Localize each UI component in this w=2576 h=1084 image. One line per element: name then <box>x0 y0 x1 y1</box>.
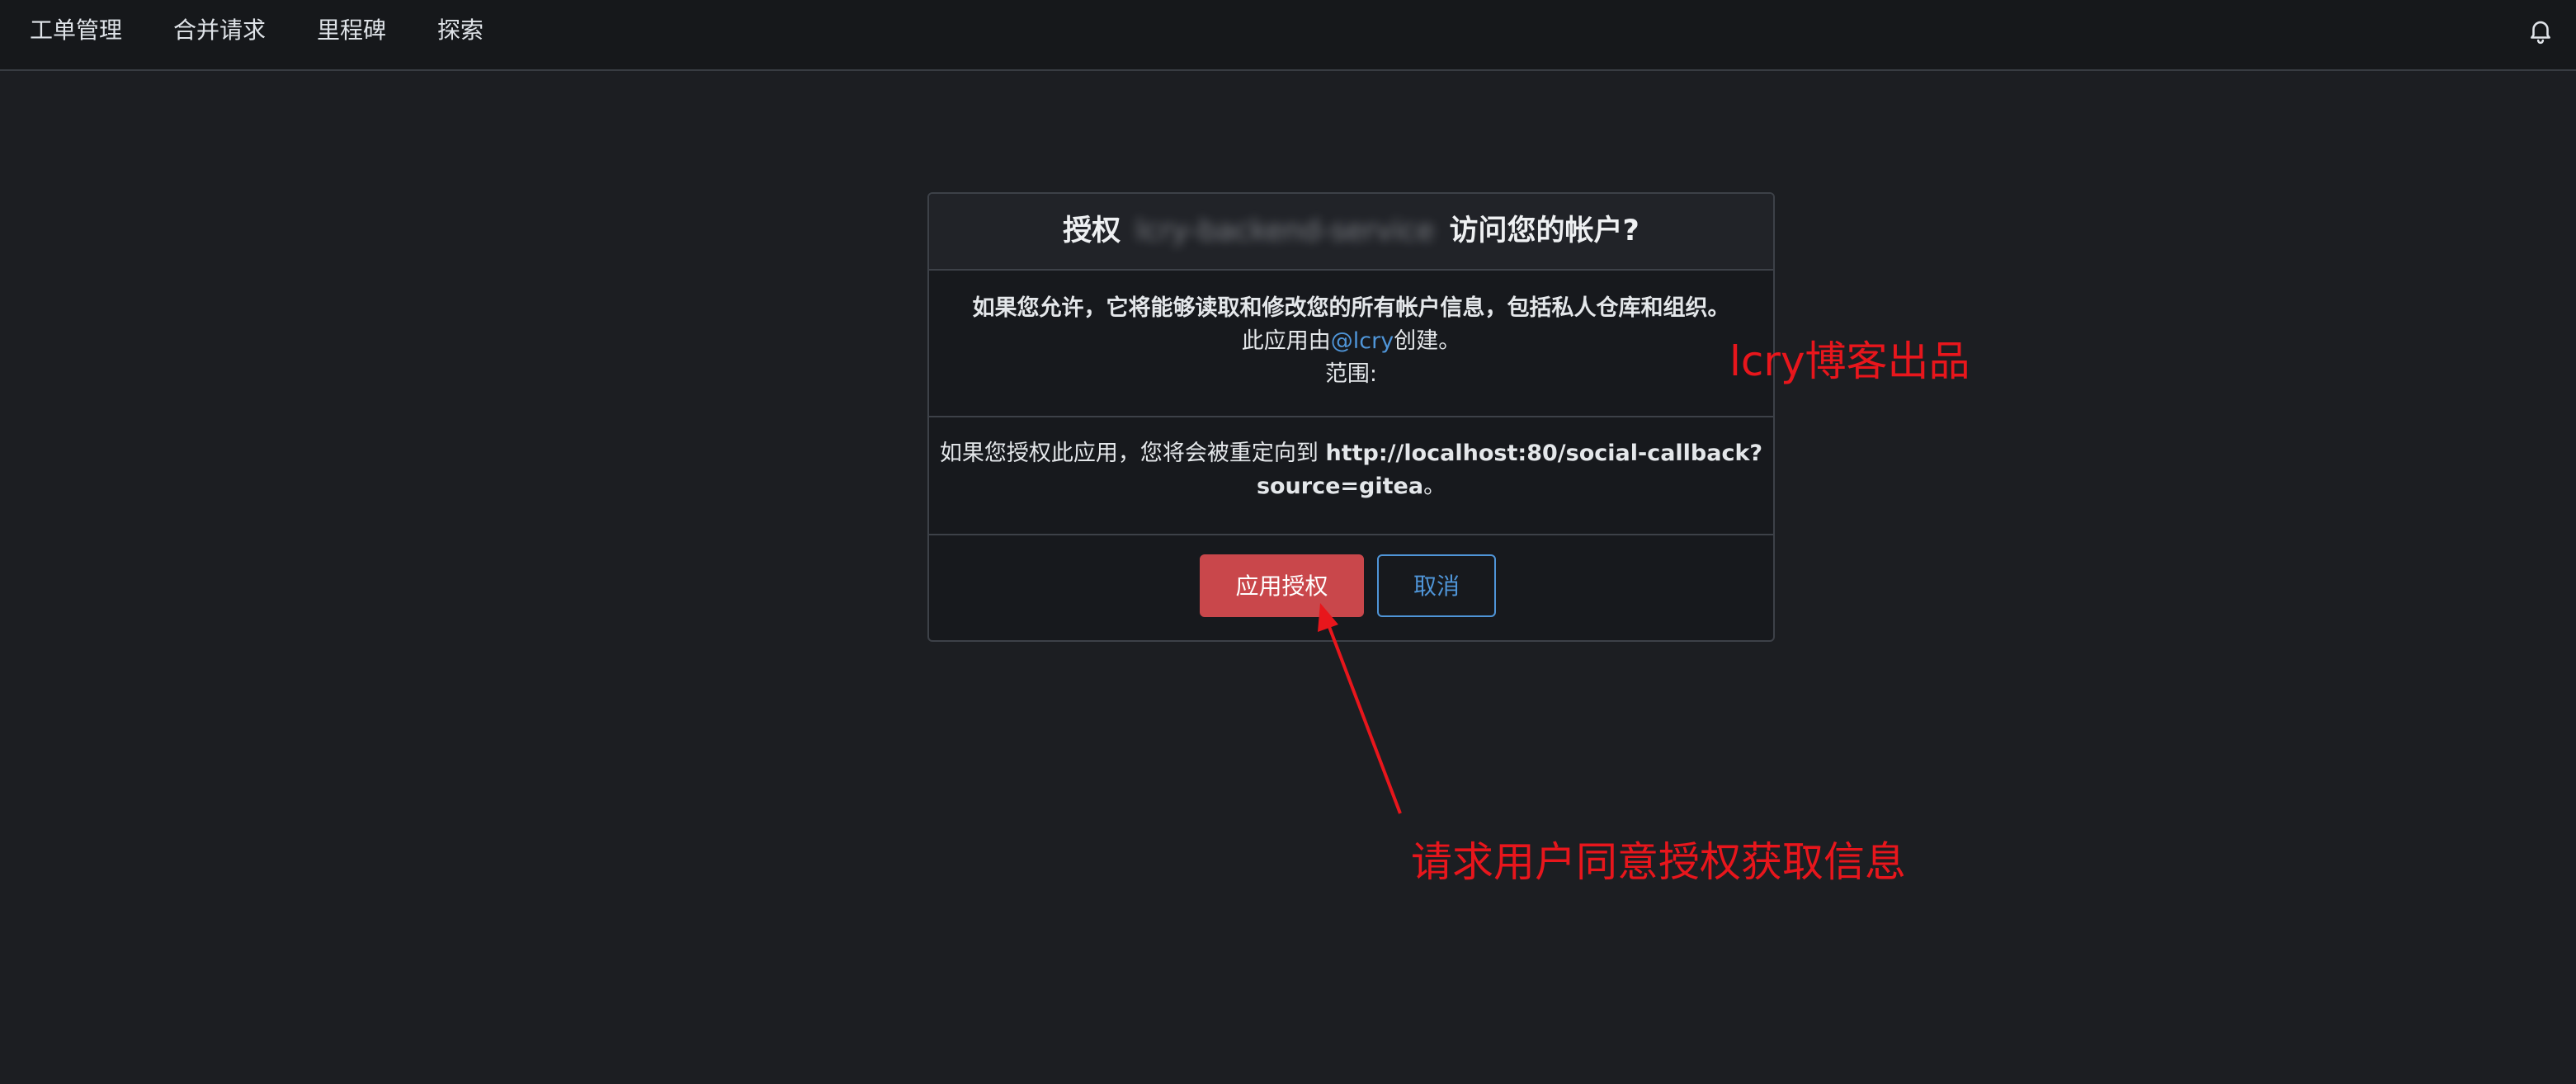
created-prefix: 此应用由 <box>1241 328 1331 354</box>
nav-explore[interactable]: 探索 <box>437 0 484 61</box>
cancel-button[interactable]: 取消 <box>1377 554 1496 617</box>
authorize-button[interactable]: 应用授权 <box>1200 554 1364 617</box>
created-suffix: 创建。 <box>1394 328 1461 354</box>
title-suffix: 访问您的帐户? <box>1449 214 1639 247</box>
redirect-suffix: 。 <box>1423 474 1446 499</box>
nav-milestones[interactable]: 里程碑 <box>317 0 386 61</box>
redirect-line-2: source=gitea。 <box>929 470 1773 503</box>
nav-issues[interactable]: 工单管理 <box>30 0 122 61</box>
redirect-prefix: 如果您授权此应用，您将会被重定向到 <box>939 441 1319 466</box>
nav-pull-requests[interactable]: 合并请求 <box>173 0 266 61</box>
created-by-line: 此应用由@lcry创建。 <box>929 325 1773 358</box>
title-prefix: 授权 <box>1063 214 1121 247</box>
top-navbar: 工单管理 合并请求 里程碑 探索 <box>0 0 2576 71</box>
scope-label: 范围: <box>1324 361 1378 387</box>
redirect-url-part-1: http://localhost:80/social-callback? <box>1325 441 1763 466</box>
creator-link[interactable]: @lcry <box>1331 328 1394 354</box>
redirect-line-1: 如果您授权此应用，您将会被重定向到 http://localhost:80/so… <box>929 437 1773 470</box>
app-name-blurred: lcry-backend-service <box>1135 214 1435 247</box>
bell-icon[interactable] <box>2526 16 2555 45</box>
redirect-url-part-2: source=gitea <box>1256 474 1424 499</box>
watermark-annotation: lcry博客出品 <box>1729 337 1970 385</box>
dialog-title: 授权 lcry-backend-service 访问您的帐户? <box>929 194 1773 271</box>
note-annotation: 请求用户同意授权获取信息 <box>1411 838 1906 886</box>
divider <box>929 534 1773 535</box>
permission-warning: 如果您允许，它将能够读取和修改您的所有帐户信息，包括私人仓库和组织。 <box>972 295 1730 321</box>
permission-info: 如果您允许，它将能够读取和修改您的所有帐户信息，包括私人仓库和组织。 此应用由@… <box>929 271 1773 417</box>
